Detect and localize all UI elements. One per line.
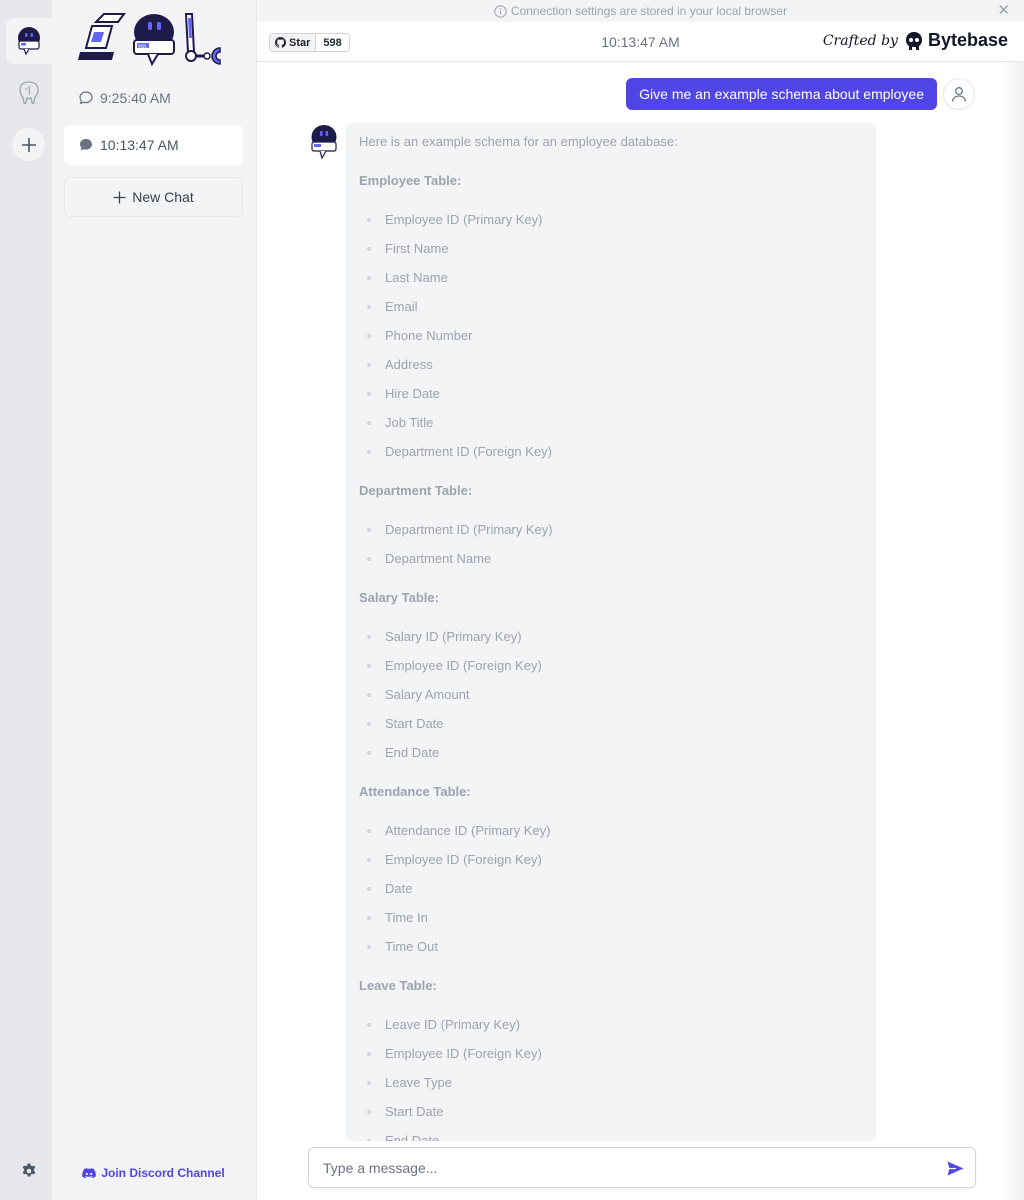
gear-icon <box>22 1163 36 1177</box>
chat-item[interactable]: 9:25:40 AM <box>64 78 243 118</box>
github-icon <box>275 37 286 48</box>
field-item: Salary ID (Primary Key) <box>359 627 863 656</box>
new-chat-button[interactable]: New Chat <box>64 177 243 217</box>
chat-item-active[interactable]: 10:13:47 AM <box>64 125 243 165</box>
crafted-by-label: Crafted by <box>822 32 898 49</box>
field-list: Employee ID (Primary Key) First Name Last … <box>359 210 863 471</box>
field-item: Phone Number <box>359 326 863 355</box>
field-item: Time Out <box>359 937 863 966</box>
sql-bot-icon <box>18 27 40 56</box>
assistant-intro: Here is an example schema for an employe… <box>359 134 678 149</box>
plus-icon <box>113 191 126 203</box>
field-item: Attendance ID (Primary Key) <box>359 821 863 850</box>
crafted-by-bytebase-link[interactable]: Crafted by Bytebase <box>823 30 1008 51</box>
assistant-message: Here is an example schema for an employe… <box>346 123 876 1141</box>
field-item: Employee ID (Foreign Key) <box>359 850 863 879</box>
chat-bubble-outline-icon <box>79 91 93 105</box>
info-icon <box>494 4 507 18</box>
schema-sections: Employee Table: Employee ID (Primary Key)… <box>359 171 863 1141</box>
field-item: Department ID (Primary Key) <box>359 520 863 549</box>
field-list: Salary ID (Primary Key) Employee ID (Fore… <box>359 627 863 772</box>
field-item: Start Date <box>359 714 863 743</box>
field-item: End Date <box>359 743 863 772</box>
field-item: End Date <box>359 1131 863 1141</box>
field-item: Leave ID (Primary Key) <box>359 1015 863 1044</box>
field-item: Hire Date <box>359 384 863 413</box>
field-item: Leave Type <box>359 1073 863 1102</box>
field-item: Date <box>359 879 863 908</box>
section-title: Department Table: <box>359 483 473 498</box>
field-item: Department Name <box>359 549 863 578</box>
openai-connection-button[interactable] <box>6 18 52 64</box>
github-star-button[interactable]: Star 598 <box>269 33 350 52</box>
discord-icon <box>82 1167 97 1178</box>
chat-bubble-filled-icon <box>80 139 92 151</box>
user-icon <box>951 87 967 102</box>
discord-link[interactable]: Join Discord Channel <box>64 1162 243 1184</box>
edge-shadow <box>998 62 1024 1200</box>
brand-name: Bytebase <box>927 30 1008 50</box>
star-label: Star <box>289 36 311 49</box>
field-item: Time In <box>359 908 863 937</box>
field-item: Employee ID (Primary Key) <box>359 210 863 239</box>
user-message: Give me an example schema about employee <box>626 78 937 110</box>
postgres-connection-button[interactable] <box>6 70 52 116</box>
banner-text: Connection settings are stored in your l… <box>510 4 788 18</box>
postgresql-icon <box>19 81 39 105</box>
bytebase-logo-icon <box>905 31 922 50</box>
sqlchat-logo: SQL <box>78 13 221 67</box>
user-avatar <box>943 78 975 110</box>
field-item: Employee ID (Foreign Key) <box>359 656 863 685</box>
field-item: Start Date <box>359 1102 863 1131</box>
discord-label: Join Discord Channel <box>101 1166 225 1180</box>
field-item: First Name <box>359 239 863 268</box>
assistant-avatar <box>311 125 337 160</box>
field-item: Salary Amount <box>359 685 863 714</box>
logo-text: SQL <box>138 44 148 49</box>
close-icon[interactable]: ✕ <box>997 2 1010 20</box>
message-input[interactable] <box>310 1149 930 1186</box>
send-icon <box>947 1161 963 1175</box>
chat-header: Star 598 10:13:47 AM Crafted by Bytebase <box>257 22 1024 62</box>
field-list: Leave ID (Primary Key) Employee ID (Forei… <box>359 1015 863 1141</box>
section-title: Salary Table: <box>359 590 439 605</box>
field-list: Department ID (Primary Key) Department Na… <box>359 520 863 578</box>
field-item: Last Name <box>359 268 863 297</box>
new-chat-label: New Chat <box>132 189 194 205</box>
field-list: Attendance ID (Primary Key) Employee ID (… <box>359 821 863 966</box>
field-item: Address <box>359 355 863 384</box>
field-item: Job Title <box>359 413 863 442</box>
chat-main: Connection settings are stored in your l… <box>257 0 1024 1200</box>
info-banner: Connection settings are stored in your l… <box>257 0 1024 22</box>
star-count: 598 <box>316 34 349 51</box>
field-item: Department ID (Foreign Key) <box>359 442 863 471</box>
section-title: Leave Table: <box>359 978 437 993</box>
field-item: Employee ID (Foreign Key) <box>359 1044 863 1073</box>
chat-item-label: 10:13:47 AM <box>100 137 179 153</box>
chat-item-label: 9:25:40 AM <box>100 90 171 106</box>
section-title: Employee Table: <box>359 173 462 188</box>
section-title: Attendance Table: <box>359 784 471 799</box>
chat-sidebar: SQL 9:25:40 AM 10:13:47 AM New Chat Join… <box>52 0 257 1200</box>
icon-rail <box>0 0 52 1200</box>
settings-button[interactable] <box>18 1160 40 1182</box>
message-composer <box>308 1147 976 1188</box>
add-connection-button[interactable] <box>12 128 45 161</box>
plus-icon <box>21 137 36 152</box>
field-item: Email <box>359 297 863 326</box>
send-button[interactable] <box>945 1158 965 1178</box>
